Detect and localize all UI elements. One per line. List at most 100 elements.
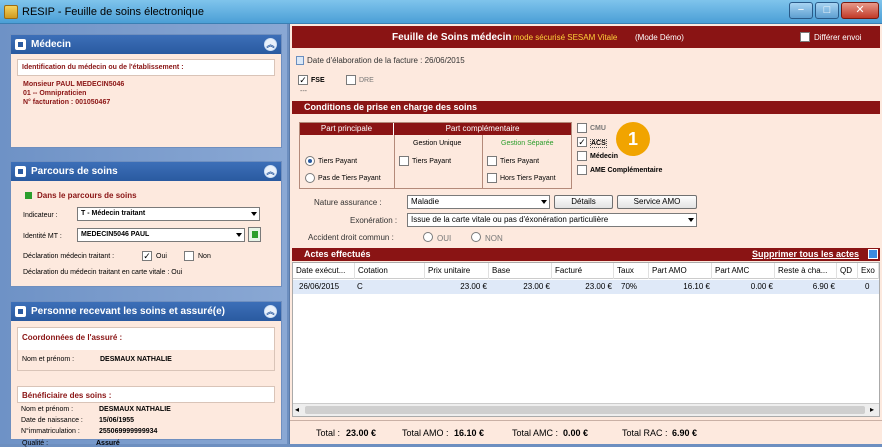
gestion-separee-label: Gestion Séparée (501, 140, 554, 147)
add-icon[interactable] (868, 249, 878, 259)
tiers-payant-gs-checkbox[interactable] (487, 156, 497, 166)
exo-select[interactable]: Issue de la carte vitale ou pas d'éxonér… (407, 213, 697, 227)
total-rac-value: 6.90 € (672, 428, 698, 438)
actes-title: Actes effectués (304, 249, 371, 259)
col-reste[interactable]: Reste à cha... (775, 263, 837, 279)
col-taux[interactable]: Taux (614, 263, 649, 279)
ame-checkbox[interactable] (577, 165, 587, 175)
tiers-payant-radio[interactable] (305, 156, 315, 166)
medecin-name: Monsieur PAUL MEDECIN5046 (23, 81, 125, 88)
calendar-icon (296, 56, 304, 65)
fse-label: FSE (311, 77, 325, 84)
scroll-thumb[interactable] (305, 406, 865, 414)
nature-label: Nature assurance : (314, 198, 382, 207)
maximize-button[interactable]: □ (815, 2, 839, 19)
pas-tiers-payant-label: Pas de Tiers Payant (318, 175, 381, 182)
row-part-amc: 0.00 € (750, 282, 773, 291)
close-button[interactable]: ✕ (841, 2, 879, 19)
identite-value: MEDECIN5046 PAUL (81, 231, 150, 238)
chevron-down-icon (236, 233, 242, 237)
dre-checkbox[interactable] (346, 75, 356, 85)
accident-non-radio[interactable] (471, 232, 481, 242)
row-exo: 0 (865, 282, 870, 291)
row-part-amo: 16.10 € (683, 282, 710, 291)
identite-label: Identité MT : (23, 233, 62, 240)
feuille-demo: (Mode Démo) (635, 33, 684, 42)
col-prix[interactable]: Prix unitaire (425, 263, 489, 279)
declaration-oui-checkbox[interactable]: ✓ (142, 251, 152, 261)
col-part-amc[interactable]: Part AMC (712, 263, 775, 279)
nom-value: DESMAUX NATHALIE (100, 356, 172, 363)
ame-label: AME Complémentaire (590, 167, 663, 174)
coord-row: Nom et prénom : DESMAUX NATHALIE (18, 350, 274, 370)
hors-tiers-payant-checkbox[interactable] (487, 173, 497, 183)
row-facture: 23.00 € (585, 282, 612, 291)
date-elaboration: Date d'élaboration de la facture : 26/06… (307, 56, 465, 65)
parcours-panel-header: Parcours de soins ︽ (11, 162, 281, 181)
fse-checkbox[interactable]: ✓ (298, 75, 308, 85)
coord-label: Coordonnées de l'assuré : (22, 333, 123, 342)
total-amc-value: 0.00 € (563, 428, 589, 438)
row-taux: 70% (621, 282, 638, 291)
naissance-label: Date de naissance : (21, 417, 83, 424)
feuille-pane: Feuille de Soins médecin mode sécurisé S… (289, 24, 882, 444)
horizontal-scrollbar[interactable]: ◂ ▸ (293, 403, 879, 416)
differer-checkbox[interactable] (800, 32, 810, 42)
feuille-mode: mode sécurisé SESAM Vitale (513, 33, 618, 42)
row-reste: 6.90 € (812, 282, 835, 291)
chevron-down-icon (251, 212, 257, 216)
total-amo-value: 16.10 € (454, 428, 485, 438)
details-button[interactable]: Détails (554, 195, 613, 209)
col-qd[interactable]: QD (837, 263, 858, 279)
edit-doctor-icon[interactable] (248, 227, 261, 242)
window-title: RESIP - Feuille de soins électronique (22, 6, 205, 18)
app-logo-icon (4, 5, 18, 19)
col-date[interactable]: Date exécut... (293, 263, 355, 279)
declaration-label: Déclaration médecin traitant : (23, 253, 115, 260)
hors-tiers-payant-label: Hors Tiers Payant (500, 175, 556, 182)
service-amo-button[interactable]: Service AMO (617, 195, 697, 209)
medecin-checkbox[interactable] (577, 151, 587, 161)
declaration-non-checkbox[interactable] (184, 251, 194, 261)
table-row[interactable]: 26/06/2015 C 23.00 € 23.00 € 23.00 € 70%… (293, 280, 879, 294)
col-cotation[interactable]: Cotation (355, 263, 425, 279)
indicateur-select[interactable]: T - Médecin traitant (77, 207, 260, 221)
total-amc-label: Total AMC : (512, 428, 559, 438)
row-prix: 23.00 € (460, 282, 487, 291)
declaration-oui-label: Oui (156, 253, 167, 260)
tiers-payant-label: Tiers Payant (318, 158, 358, 165)
cmu-label: CMU (590, 125, 606, 132)
conditions-header: Conditions de prise en charge des soins (292, 101, 880, 114)
medecin-title: Médecin (31, 39, 72, 50)
benef-nom-value: DESMAUX NATHALIE (99, 406, 171, 413)
coordonnees-box: Coordonnées de l'assuré : Nom et prénom … (17, 327, 275, 371)
identite-select[interactable]: MEDECIN5046 PAUL (77, 228, 245, 242)
step-badge: 1 (616, 122, 650, 156)
nature-select[interactable]: Maladie (407, 195, 550, 209)
acs-checkbox[interactable]: ✓ (577, 137, 587, 147)
collapse-icon[interactable]: ︽ (264, 38, 277, 51)
scroll-left-icon[interactable]: ◂ (295, 405, 299, 414)
row-base: 23.00 € (523, 282, 550, 291)
nature-value: Maladie (411, 197, 440, 206)
col-facture[interactable]: Facturé (552, 263, 614, 279)
minimize-button[interactable]: − (789, 2, 813, 19)
total-rac-label: Total RAC : (622, 428, 668, 438)
accident-oui-radio[interactable] (423, 232, 433, 242)
tiers-payant-gu-checkbox[interactable] (399, 156, 409, 166)
indicateur-value: T - Médecin traitant (81, 210, 146, 217)
parcours-status: Dans le parcours de soins (37, 191, 137, 200)
beneficiaire-box: Bénéficiaire des soins : (17, 386, 275, 403)
supprimer-link[interactable]: Supprimer tous les actes (752, 249, 859, 259)
parcours-panel: Parcours de soins ︽ Dans le parcours de … (10, 161, 282, 287)
collapse-icon[interactable]: ︽ (264, 305, 277, 318)
parcours-title: Parcours de soins (31, 166, 118, 177)
col-base[interactable]: Base (489, 263, 552, 279)
dashes: --- (300, 88, 307, 95)
scroll-right-icon[interactable]: ▸ (870, 405, 874, 414)
cmu-checkbox[interactable] (577, 123, 587, 133)
collapse-icon[interactable]: ︽ (264, 165, 277, 178)
pas-tiers-payant-radio[interactable] (305, 173, 315, 183)
col-exo[interactable]: Exo (858, 263, 879, 279)
col-part-amo[interactable]: Part AMO (649, 263, 712, 279)
